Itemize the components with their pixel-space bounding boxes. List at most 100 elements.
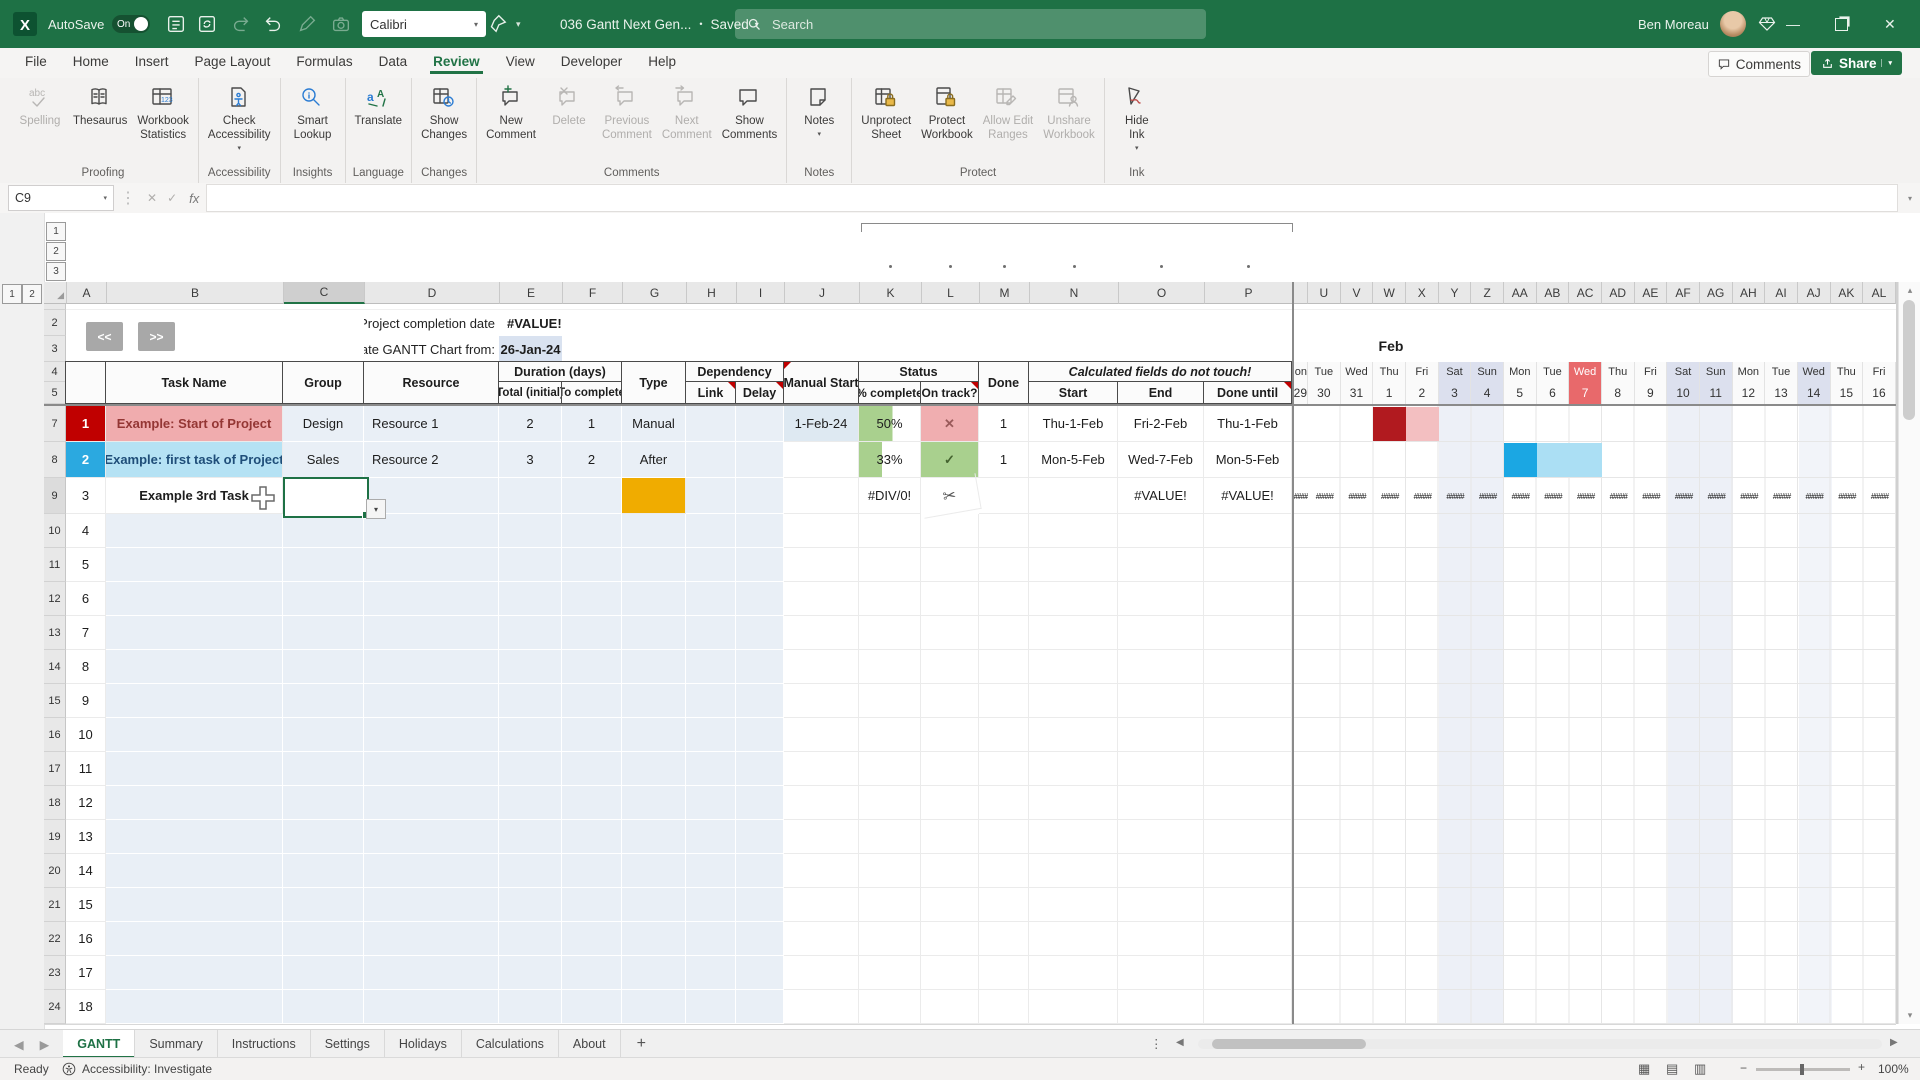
sheet-nav-left-icon[interactable]: ◀ xyxy=(14,1037,24,1052)
start-cell[interactable]: Thu-1-Feb xyxy=(1029,406,1118,442)
formula-input[interactable] xyxy=(206,184,1898,212)
to-complete-cell[interactable]: 1 xyxy=(562,406,622,442)
outline-row-level-button[interactable]: 2 xyxy=(22,284,42,304)
overflow-hash-cell[interactable]: ##### xyxy=(1635,478,1668,514)
done-until-cell[interactable]: #VALUE! xyxy=(1204,478,1292,514)
header-link[interactable]: Link xyxy=(685,381,736,404)
date-dow-cell[interactable]: Sun xyxy=(1700,362,1733,382)
header-done-until[interactable]: Done until xyxy=(1203,381,1292,404)
header-duration[interactable]: Duration (days) xyxy=(498,361,622,382)
page-layout-view-icon[interactable]: ▤ xyxy=(1666,1061,1678,1077)
task-id-cell[interactable]: 4 xyxy=(66,514,106,548)
completion-date-value[interactable]: #VALUE! xyxy=(499,310,619,336)
group-cell[interactable]: Design xyxy=(283,406,364,442)
column-header[interactable]: AC xyxy=(1569,282,1602,304)
done-until-cell[interactable]: Mon-5-Feb xyxy=(1204,442,1292,478)
header-type[interactable]: Type xyxy=(621,361,686,404)
zoom-out-icon[interactable]: − xyxy=(1740,1061,1747,1075)
column-header[interactable]: F xyxy=(563,282,623,304)
vertical-scrollbar[interactable]: ▴ ▾ xyxy=(1898,282,1920,1024)
task-id-cell[interactable]: 12 xyxy=(66,786,106,820)
column-header[interactable]: V xyxy=(1341,282,1374,304)
minimize-button[interactable]: — xyxy=(1786,0,1820,48)
type-cell[interactable]: After xyxy=(622,442,686,478)
pct-complete-cell[interactable]: 50% xyxy=(859,406,921,442)
header-task-name[interactable]: Task Name xyxy=(105,361,283,404)
date-day-cell[interactable]: 15 xyxy=(1831,382,1864,404)
show-changes-button[interactable]: Show Changes xyxy=(416,82,472,146)
chart-from-label[interactable]: Create GANTT Chart from: xyxy=(364,336,499,362)
task-id-cell[interactable]: 8 xyxy=(66,650,106,684)
date-dow-cell[interactable]: Wed xyxy=(1341,362,1374,382)
zoom-level[interactable]: 100% xyxy=(1878,1062,1909,1076)
column-header[interactable]: Y xyxy=(1439,282,1472,304)
date-day-cell[interactable]: 1 xyxy=(1373,382,1406,404)
column-header[interactable]: AB xyxy=(1537,282,1570,304)
date-day-cell[interactable]: 29 xyxy=(1293,382,1308,404)
ribbon-tab[interactable]: Formulas xyxy=(283,48,365,74)
translate-button[interactable]: aA Translate xyxy=(350,82,408,132)
column-header[interactable]: AA xyxy=(1504,282,1537,304)
completion-date-label[interactable]: Project completion date xyxy=(364,310,499,336)
header-dependency[interactable]: Dependency xyxy=(685,361,784,382)
row-header[interactable]: 20 xyxy=(44,854,66,888)
date-dow-cell[interactable]: Mon xyxy=(1293,362,1308,382)
column-header[interactable]: AE xyxy=(1635,282,1668,304)
overflow-hash-cell[interactable]: ##### xyxy=(1798,478,1831,514)
row-header[interactable]: 9 xyxy=(44,478,66,514)
done-cell[interactable]: 1 xyxy=(979,406,1029,442)
row-header[interactable]: 4 xyxy=(44,362,66,382)
manual-start-cell[interactable]: 1-Feb-24 xyxy=(784,406,859,442)
start-cell[interactable] xyxy=(1029,478,1118,514)
outline-row-level-button[interactable]: 1 xyxy=(2,284,22,304)
header-total-initial[interactable]: Total (initial) xyxy=(498,381,562,404)
row-header[interactable]: 12 xyxy=(44,582,66,616)
comments-button[interactable]: Comments xyxy=(1708,51,1810,77)
column-header[interactable]: P xyxy=(1205,282,1293,304)
column-header[interactable]: C xyxy=(284,282,365,304)
ribbon-tab[interactable]: Help xyxy=(635,48,689,74)
sheet-tab[interactable]: About xyxy=(559,1030,621,1058)
workbook-statistics-button[interactable]: 123 Workbook Statistics xyxy=(132,82,194,146)
task-name-cell[interactable]: Example: Start of Project xyxy=(106,406,283,442)
expand-formula-bar-icon[interactable]: ▾ xyxy=(1908,194,1912,203)
row-header[interactable]: 22 xyxy=(44,922,66,956)
column-header[interactable]: AD xyxy=(1602,282,1635,304)
row-header[interactable]: 16 xyxy=(44,718,66,752)
font-name-select[interactable]: Calibri▾ xyxy=(362,0,486,48)
header-to-complete[interactable]: To complete xyxy=(561,381,622,404)
header-pct-complete[interactable]: % complete xyxy=(858,381,921,404)
date-day-cell[interactable]: 9 xyxy=(1635,382,1668,404)
header-calculated[interactable]: Calculated fields do not touch! xyxy=(1028,361,1292,382)
data-validation-dropdown[interactable]: ▾ xyxy=(366,499,386,519)
column-header[interactable] xyxy=(1293,282,1308,304)
task-id-cell[interactable]: 3 xyxy=(66,478,106,514)
nav-forward-button[interactable]: >> xyxy=(138,322,175,351)
add-sheet-button[interactable]: + xyxy=(621,1030,662,1058)
column-header[interactable]: H xyxy=(687,282,737,304)
excel-logo-icon[interactable]: X xyxy=(12,0,38,48)
date-day-cell[interactable]: 2 xyxy=(1406,382,1439,404)
sheet-tab[interactable]: Calculations xyxy=(462,1030,559,1058)
horizontal-scrollbar[interactable] xyxy=(1198,1039,1882,1049)
column-header[interactable]: X xyxy=(1406,282,1439,304)
task-id-cell[interactable]: 16 xyxy=(66,922,106,956)
task-id-cell[interactable]: 1 xyxy=(66,406,106,442)
header-start[interactable]: Start xyxy=(1028,381,1118,404)
column-header[interactable]: L xyxy=(922,282,980,304)
row-header[interactable]: 14 xyxy=(44,650,66,684)
overflow-hash-cell[interactable]: ##### xyxy=(1341,478,1374,514)
task-id-cell[interactable]: 18 xyxy=(66,990,106,1024)
column-header[interactable]: U xyxy=(1308,282,1341,304)
column-header[interactable]: O xyxy=(1119,282,1205,304)
row-header[interactable]: 23 xyxy=(44,956,66,990)
gantt-bar-task1-remaining[interactable] xyxy=(1406,407,1439,441)
date-dow-cell[interactable]: Thu xyxy=(1831,362,1864,382)
column-header[interactable]: M xyxy=(980,282,1030,304)
sheet-tab[interactable]: Holidays xyxy=(385,1030,462,1058)
scroll-down-icon[interactable]: ▾ xyxy=(1899,1010,1920,1021)
date-day-cell[interactable]: 5 xyxy=(1504,382,1537,404)
column-header[interactable]: AG xyxy=(1700,282,1733,304)
check-accessibility-button[interactable]: Check Accessibility ▾ xyxy=(203,82,276,155)
date-day-cell[interactable]: 14 xyxy=(1798,382,1831,404)
